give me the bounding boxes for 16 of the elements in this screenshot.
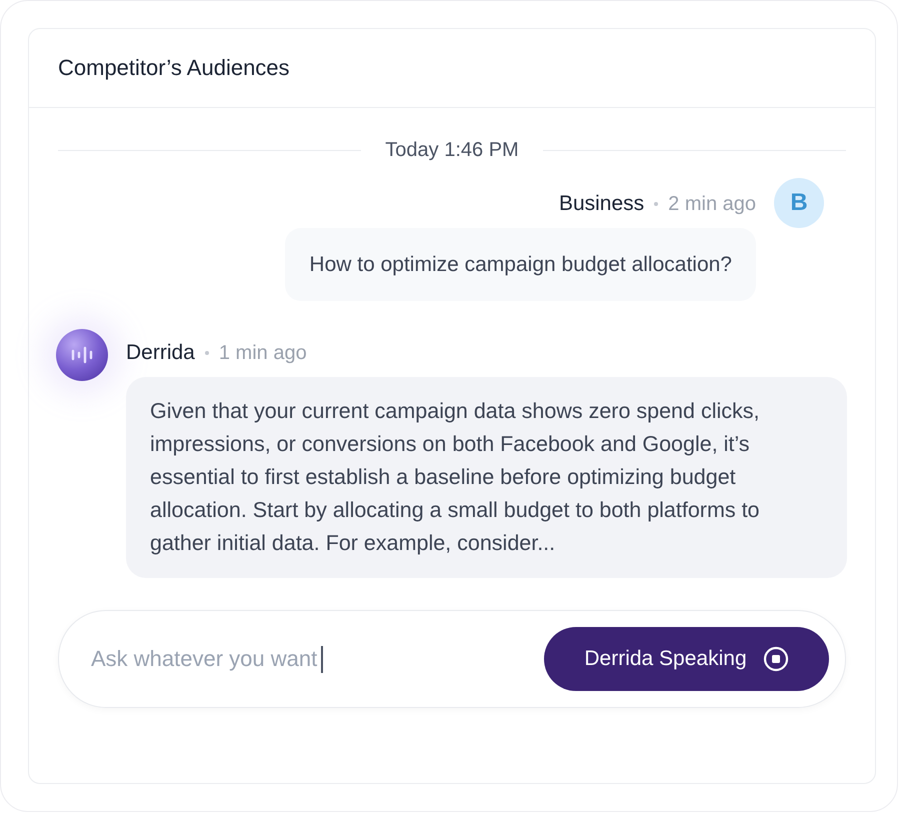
- stop-icon: [762, 646, 789, 672]
- message-bubble: How to optimize campaign budget allocation?: [285, 228, 756, 301]
- message-time: 1 min ago: [218, 342, 307, 364]
- author-name: Derrida: [126, 341, 195, 365]
- chat-input[interactable]: Ask whatever you want Derrida Speaking: [58, 610, 846, 708]
- speaking-button[interactable]: Derrida Speaking: [544, 627, 829, 691]
- panel-title: Competitor’s Audiences: [58, 55, 290, 81]
- message-bubble: Given that your current campaign data shows zero spend clicks, impressions, or conversions on both Facebook and Google, it’s essential to first establish a baseline before optimizing budget allocation. Start by allocating a small budget to both platforms to gather initial data. For example, consider...: [126, 377, 847, 578]
- author-name: Business: [558, 192, 644, 216]
- user-avatar: B: [774, 178, 824, 228]
- separator-dot: [654, 202, 658, 206]
- text-cursor: [321, 646, 323, 673]
- message-time: 2 min ago: [668, 192, 756, 216]
- assistant-avatar-icon: [56, 329, 108, 381]
- separator-dot: [204, 351, 209, 355]
- date-divider: Today 1:46 PM: [385, 138, 519, 162]
